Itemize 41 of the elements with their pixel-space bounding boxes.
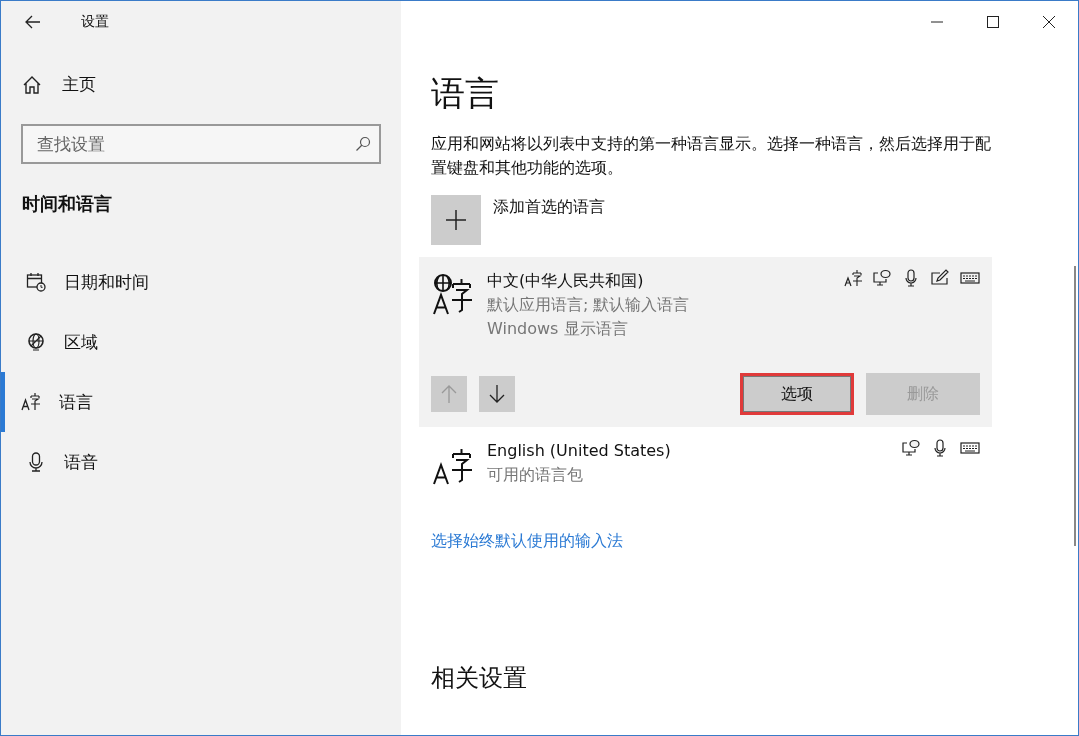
sidebar-item[interactable]: 区域 [1, 312, 401, 372]
language-detail: Windows 显示语言 [487, 318, 629, 340]
microphone-icon [902, 269, 920, 287]
add-language-button[interactable] [431, 195, 481, 245]
keyboard-icon [960, 439, 980, 457]
language-icon [21, 392, 41, 412]
home-nav-item[interactable]: 主页 [22, 73, 96, 96]
microphone-icon [26, 452, 46, 472]
sidebar-item[interactable]: 日期和时间 [1, 252, 401, 312]
close-icon[interactable] [1043, 16, 1055, 28]
default-input-method-link[interactable]: 选择始终默认使用的输入法 [431, 531, 623, 552]
add-language-label[interactable]: 添加首选的语言 [493, 197, 605, 245]
language-detail: 默认应用语言; 默认输入语言 [487, 294, 691, 316]
window-title: 设置 [81, 13, 109, 31]
monitor-speech-icon [873, 269, 891, 287]
move-down-button[interactable] [479, 376, 515, 412]
home-icon [22, 74, 42, 95]
calendar-clock-icon [26, 272, 46, 292]
language-name: English (United States) [487, 440, 672, 462]
microphone-icon [931, 439, 949, 457]
down-arrow-icon [489, 385, 505, 403]
up-arrow-icon [441, 385, 457, 403]
language-name: 中文(中华人民共和国) [487, 270, 645, 292]
options-button[interactable]: 选项 [740, 373, 854, 415]
page-title: 语言 [431, 72, 499, 115]
maximize-icon[interactable] [987, 16, 999, 28]
back-arrow-icon[interactable] [25, 15, 41, 29]
keyboard-icon [960, 269, 980, 287]
related-settings-heading: 相关设置 [431, 663, 527, 694]
search-icon [355, 136, 371, 152]
language-item[interactable]: English (United States) 可用的语言包 [419, 427, 992, 499]
plus-icon [446, 210, 466, 230]
description-text: 应用和网站将以列表中支持的第一种语言显示。选择一种语言，然后选择用于配置键盘和其他功能的选项。 [431, 133, 992, 179]
language-detail: 可用的语言包 [487, 464, 584, 486]
pen-icon [931, 269, 949, 287]
section-heading: 时间和语言 [22, 192, 112, 216]
monitor-speech-icon [902, 439, 920, 457]
search-field[interactable]: 查找设置 [21, 124, 381, 164]
globe-icon [26, 332, 46, 352]
sidebar-item[interactable]: 语音 [1, 432, 401, 492]
language-icon [844, 269, 862, 287]
